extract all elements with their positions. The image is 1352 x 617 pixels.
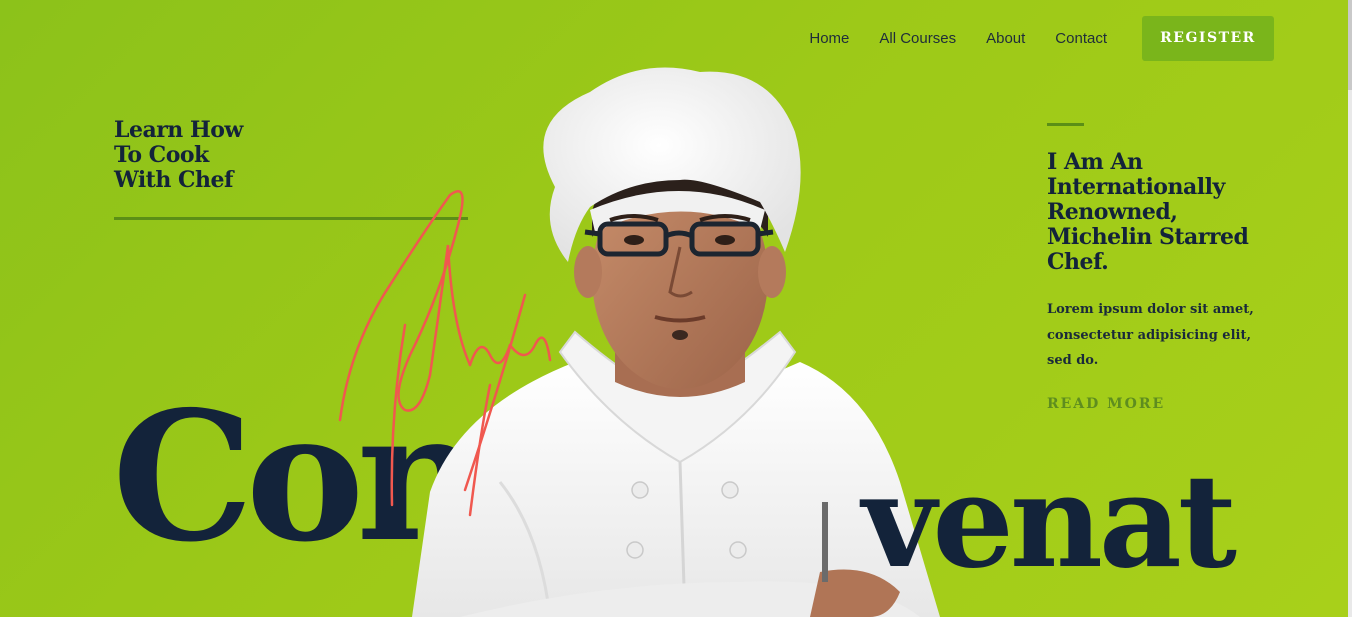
nav-all-courses[interactable]: All Courses: [879, 30, 956, 47]
right-heading: I Am An Internationally Renowned, Michel…: [1047, 149, 1249, 275]
right-accent-line: [1047, 123, 1084, 126]
nav-about[interactable]: About: [986, 30, 1025, 47]
big-word-venat: venat: [862, 447, 1237, 597]
scrollbar-thumb[interactable]: [1348, 0, 1352, 90]
nav-contact[interactable]: Contact: [1055, 30, 1107, 47]
read-more-link[interactable]: READ MORE: [1047, 396, 1165, 412]
right-body-text: Lorem ipsum dolor sit amet, consectetur …: [1047, 302, 1254, 368]
register-button[interactable]: REGISTER: [1142, 15, 1274, 61]
nav-home[interactable]: Home: [809, 30, 849, 47]
left-heading: Learn How To Cook With Chef: [114, 117, 243, 193]
signature-image: [338, 190, 552, 517]
page-scrollbar[interactable]: [1348, 0, 1352, 617]
